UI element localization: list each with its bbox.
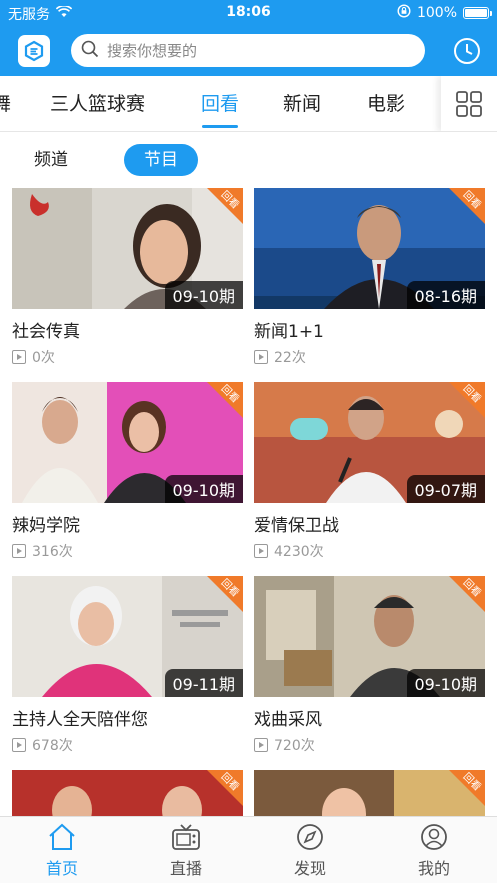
episode-label: 09-10期 [164, 281, 243, 309]
program-thumbnail: 回看 [254, 770, 485, 816]
bottom-nav: 首页 直播 发现 我的 [0, 816, 497, 883]
home-icon [49, 823, 75, 850]
nav-profile-label: 我的 [417, 859, 450, 878]
view-count-text: 720次 [274, 738, 315, 754]
play-count-icon [12, 350, 26, 364]
program-card[interactable]: 回看 [254, 770, 485, 816]
tv-icon [172, 824, 200, 850]
active-tab-indicator [202, 125, 238, 128]
view-count: 4230次 [254, 541, 485, 561]
nav-discover[interactable]: 发现 [248, 817, 372, 883]
replay-ribbon: 回看 [449, 188, 485, 224]
program-card[interactable]: 回看 09-10期 社会传真 0次 [12, 188, 243, 367]
battery-percent: 100% [416, 5, 457, 21]
episode-label: 09-11期 [164, 669, 243, 697]
sub-tabs: 频道 节目 [0, 132, 497, 188]
program-card[interactable]: 回看 09-11期 主持人全天陪伴您 678次 [12, 576, 243, 755]
replay-ribbon: 回看 [449, 382, 485, 418]
nav-profile[interactable]: 我的 [372, 817, 496, 883]
episode-label: 09-10期 [406, 669, 485, 697]
view-count-text: 4230次 [274, 544, 324, 560]
program-thumbnail: 回看 08-16期 [254, 188, 485, 309]
search-placeholder: 搜索你想要的 [107, 42, 198, 60]
compass-icon [297, 824, 323, 850]
rotation-lock-icon [397, 4, 411, 22]
header: 搜索你想要的 [0, 26, 497, 76]
replay-ribbon: 回看 [449, 770, 485, 806]
play-count-icon [254, 350, 268, 364]
nav-discover-label: 发现 [293, 859, 326, 878]
subtab-channels[interactable]: 频道 [14, 144, 88, 176]
tab-movies[interactable]: 电影 [367, 76, 405, 131]
episode-label: 09-10期 [164, 475, 243, 503]
nav-home[interactable]: 首页 [0, 817, 124, 883]
nav-live[interactable]: 直播 [124, 817, 248, 883]
program-thumbnail: 回看 09-10期 [254, 576, 485, 697]
search-input[interactable]: 搜索你想要的 [71, 34, 425, 67]
replay-ribbon: 回看 [207, 382, 243, 418]
program-card[interactable]: 回看 09-10期 辣妈学院 316次 [12, 382, 243, 561]
program-thumbnail: 回看 09-10期 [12, 382, 243, 503]
tab-dance[interactable]: 舞 [0, 76, 11, 131]
play-count-icon [12, 544, 26, 558]
play-count-icon [254, 738, 268, 752]
program-card[interactable]: 回看 09-10期 戏曲采风 720次 [254, 576, 485, 755]
program-grid: 回看 09-10期 社会传真 0次 回看 08-16期 新闻1+1 22次 回看… [0, 188, 497, 816]
nav-home-label: 首页 [45, 859, 78, 878]
play-count-icon [254, 544, 268, 558]
status-right: 100% [397, 4, 492, 22]
view-count: 678次 [12, 735, 243, 755]
subtab-programs[interactable]: 节目 [124, 144, 198, 176]
play-count-icon [12, 738, 26, 752]
tab-3v3-basketball[interactable]: 三人篮球赛 [50, 76, 145, 131]
view-count-text: 0次 [32, 350, 55, 366]
program-title: 主持人全天陪伴您 [12, 710, 148, 730]
grid-icon[interactable] [441, 76, 497, 131]
clock-icon[interactable] [453, 37, 481, 65]
replay-ribbon: 回看 [207, 576, 243, 612]
program-card[interactable]: 回看 [12, 770, 243, 816]
replay-ribbon: 回看 [207, 188, 243, 224]
view-count: 316次 [12, 541, 243, 561]
view-count-text: 316次 [32, 544, 73, 560]
replay-ribbon: 回看 [449, 576, 485, 612]
tab-replay[interactable]: 回看 [201, 76, 239, 131]
status-bar: 无服务 18:06 100% [0, 0, 497, 26]
nav-live-label: 直播 [169, 859, 202, 878]
program-thumbnail: 回看 09-10期 [12, 188, 243, 309]
program-title: 新闻1+1 [254, 322, 324, 342]
program-title: 社会传真 [12, 322, 80, 342]
program-title: 戏曲采风 [254, 710, 322, 730]
channel-tabs: 舞 三人篮球赛 回看 新闻 电影 [0, 76, 497, 132]
program-thumbnail: 回看 09-07期 [254, 382, 485, 503]
search-icon [81, 40, 99, 62]
battery-icon [463, 7, 492, 19]
program-card[interactable]: 回看 08-16期 新闻1+1 22次 [254, 188, 485, 367]
program-thumbnail: 回看 [12, 770, 243, 816]
program-thumbnail: 回看 09-11期 [12, 576, 243, 697]
view-count-text: 22次 [274, 350, 306, 366]
app-logo-icon[interactable] [18, 35, 50, 67]
profile-icon [421, 824, 447, 850]
program-card[interactable]: 回看 09-07期 爱情保卫战 4230次 [254, 382, 485, 561]
program-title: 爱情保卫战 [254, 516, 339, 536]
view-count-text: 678次 [32, 738, 73, 754]
tab-news[interactable]: 新闻 [283, 76, 321, 131]
view-count: 0次 [12, 347, 243, 367]
view-count: 22次 [254, 347, 485, 367]
episode-label: 09-07期 [406, 475, 485, 503]
episode-label: 08-16期 [406, 281, 485, 309]
view-count: 720次 [254, 735, 485, 755]
replay-ribbon: 回看 [207, 770, 243, 806]
program-title: 辣妈学院 [12, 516, 80, 536]
